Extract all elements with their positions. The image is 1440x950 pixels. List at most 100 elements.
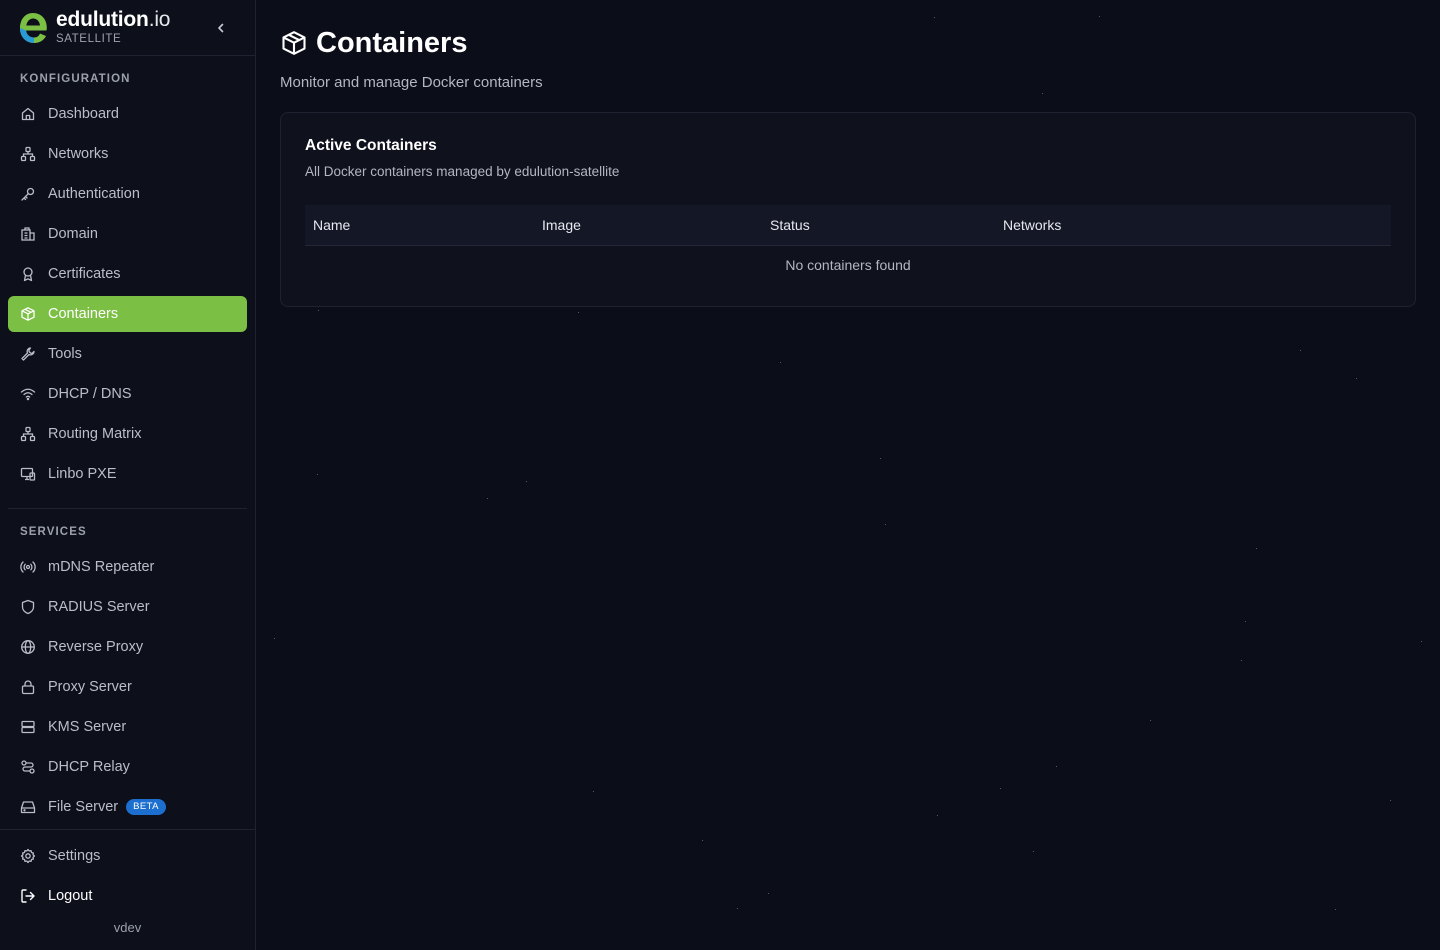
- chevron-left-icon: [218, 23, 224, 33]
- sidebar-item-routing-matrix[interactable]: Routing Matrix: [8, 416, 247, 452]
- sidebar-item-label: RADIUS Server: [48, 599, 150, 615]
- page-title: Containers: [316, 26, 468, 59]
- brand-subtitle: SATELLITE: [56, 33, 122, 45]
- sidebar-item-authentication[interactable]: Authentication: [8, 176, 247, 212]
- relay-icon: [20, 759, 36, 775]
- section-title-config: KONFIGURATION: [20, 73, 131, 85]
- box-icon: [20, 306, 36, 322]
- star-dot: [1421, 641, 1422, 642]
- edulution-logo: [20, 13, 47, 43]
- sidebar-item-label: Networks: [48, 146, 109, 162]
- star-dot: [1150, 720, 1151, 721]
- sidebar-item-label: Routing Matrix: [48, 426, 142, 442]
- star-dot: [934, 17, 935, 18]
- star-dot: [1241, 660, 1242, 661]
- box-icon: [282, 31, 306, 55]
- sidebar-item-radius-server[interactable]: RADIUS Server: [8, 589, 247, 625]
- sidebar-item-domain[interactable]: Domain: [8, 216, 247, 252]
- star-dot: [1256, 548, 1257, 549]
- star-dot: [1300, 350, 1301, 351]
- building-icon: [20, 226, 36, 242]
- sidebar-item-label: Reverse Proxy: [48, 639, 144, 655]
- sidebar-item-linbo-pxe[interactable]: Linbo PXE: [8, 456, 247, 492]
- wrench-icon: [20, 346, 36, 362]
- star-dot: [1335, 909, 1336, 910]
- section-title-services: SERVICES: [20, 526, 87, 538]
- star-dot: [1000, 788, 1001, 789]
- card-description: All Docker containers managed by eduluti…: [305, 164, 620, 179]
- app-root: edulution.io SATELLITE KONFIGURATION Das…: [0, 0, 1440, 950]
- sidebar-item-dhcp-dns[interactable]: DHCP / DNS: [8, 376, 247, 412]
- page-header: Containers Monitor and manage Docker con…: [280, 26, 543, 92]
- key-icon: [20, 186, 36, 202]
- wifi-icon: [20, 386, 36, 402]
- star-dot: [593, 791, 594, 792]
- table-header: Name Image Status Networks: [305, 205, 1391, 246]
- sidebar-item-tools[interactable]: Tools: [8, 336, 247, 372]
- star-dot: [1056, 766, 1057, 767]
- sidebar-item-label: mDNS Repeater: [48, 559, 155, 575]
- star-dot: [780, 362, 781, 363]
- star-dot: [885, 524, 886, 525]
- sidebar-item-mdns-repeater[interactable]: mDNS Repeater: [8, 549, 247, 585]
- star-dot: [1356, 378, 1357, 379]
- star-dot: [317, 474, 318, 475]
- star-dot: [880, 458, 881, 459]
- sidebar-item-networks[interactable]: Networks: [8, 136, 247, 172]
- brand: edulution.io SATELLITE: [0, 0, 255, 56]
- containers-table: Name Image Status Networks No containers…: [305, 205, 1391, 283]
- sidebar-item-file-server[interactable]: File Server BETA: [8, 789, 247, 825]
- app-version: vdev: [113, 920, 142, 935]
- sidebar-item-label: Domain: [48, 226, 98, 242]
- star-dot: [318, 310, 319, 311]
- globe-icon: [20, 639, 36, 655]
- star-dot: [737, 908, 738, 909]
- logout-label: Logout: [48, 888, 93, 904]
- star-dot: [526, 481, 527, 482]
- star-dot: [487, 498, 488, 499]
- sidebar-item-label: Linbo PXE: [48, 466, 117, 482]
- sidebar-item-kms-server[interactable]: KMS Server: [8, 709, 247, 745]
- column-header-status: Status: [770, 217, 810, 233]
- server-icon: [20, 719, 36, 735]
- home-icon: [20, 106, 36, 122]
- empty-state-message: No containers found: [785, 256, 911, 273]
- card-title: Active Containers: [305, 137, 437, 154]
- lock-icon: [20, 679, 36, 695]
- monitor-icon: [20, 466, 36, 482]
- collapse-sidebar-button[interactable]: [210, 17, 232, 39]
- sidebar-item-label: File Server: [48, 799, 119, 815]
- gear-icon: [20, 848, 36, 864]
- column-header-image: Image: [542, 217, 581, 233]
- sidebar-item-dhcp-relay[interactable]: DHCP Relay: [8, 749, 247, 785]
- sidebar-item-containers[interactable]: Containers: [8, 296, 247, 332]
- network-icon: [20, 426, 36, 442]
- star-dot: [274, 638, 275, 639]
- sidebar-item-reverse-proxy[interactable]: Reverse Proxy: [8, 629, 247, 665]
- radio-icon: [20, 559, 36, 575]
- sidebar-item-label: Containers: [48, 306, 119, 322]
- sidebar-item-label: Tools: [48, 346, 82, 362]
- column-header-name: Name: [313, 217, 351, 233]
- sidebar-item-label: Dashboard: [48, 106, 119, 122]
- award-icon: [20, 266, 36, 282]
- sidebar-item-label: Settings: [48, 848, 101, 864]
- sidebar-item-proxy-server[interactable]: Proxy Server: [8, 669, 247, 705]
- column-header-networks: Networks: [1003, 217, 1062, 233]
- network-icon: [20, 146, 36, 162]
- logout-button[interactable]: Logout: [8, 878, 247, 914]
- sidebar-item-certificates[interactable]: Certificates: [8, 256, 247, 292]
- sidebar-item-dashboard[interactable]: Dashboard: [8, 96, 247, 132]
- beta-badge: BETA: [126, 799, 166, 815]
- sidebar-item-label: Authentication: [48, 186, 140, 202]
- sidebar-item-label: KMS Server: [48, 719, 127, 735]
- sidebar-divider: [0, 829, 255, 830]
- sidebar-item-label: DHCP / DNS: [48, 386, 132, 402]
- shield-icon: [20, 599, 36, 615]
- brand-name: edulution.io: [56, 8, 171, 31]
- sidebar-item-settings[interactable]: Settings: [8, 838, 247, 874]
- star-dot: [1033, 851, 1034, 852]
- sidebar: edulution.io SATELLITE KONFIGURATION Das…: [0, 0, 256, 950]
- page-subtitle: Monitor and manage Docker containers: [280, 74, 543, 91]
- sidebar-item-label: Proxy Server: [48, 679, 132, 695]
